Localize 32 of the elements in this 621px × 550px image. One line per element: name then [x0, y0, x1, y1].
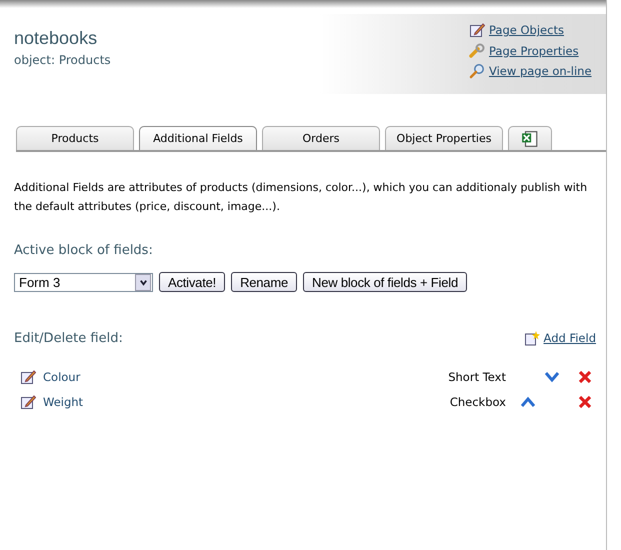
delete-icon[interactable] — [578, 394, 592, 408]
section-heading: Edit/Delete field: — [14, 330, 123, 346]
page-title: notebooks — [14, 28, 98, 49]
field-type: Short Text — [448, 370, 506, 384]
tab[interactable] — [508, 126, 552, 150]
new-document-icon — [524, 330, 540, 346]
header-link[interactable]: Page Properties — [489, 44, 579, 58]
delete-icon[interactable] — [578, 370, 592, 384]
move-up-icon[interactable] — [520, 396, 536, 408]
field-type: Checkbox — [450, 394, 506, 408]
action-button[interactable]: Activate! — [159, 272, 226, 292]
edit-icon — [469, 22, 485, 38]
search-icon — [469, 63, 485, 80]
add-field-link[interactable]: Add Field — [544, 331, 596, 345]
tab[interactable]: Orders — [262, 126, 380, 150]
spreadsheet-icon — [521, 130, 539, 148]
edit-icon[interactable] — [20, 394, 36, 410]
edit-icon[interactable] — [20, 368, 36, 384]
header-link[interactable]: Page Objects — [489, 23, 564, 38]
move-down-icon[interactable] — [544, 370, 560, 382]
tab[interactable]: Products — [16, 126, 134, 150]
action-button[interactable]: Rename — [231, 272, 297, 292]
header-link[interactable]: View page on-line — [489, 64, 592, 78]
description-text: Additional Fields are attributes of products (dimensions, color...), which you can additionaly publish with the default attributes (price, discount, image...). — [14, 180, 588, 215]
section-heading: Active block of fields: — [14, 243, 154, 258]
object-subtitle: object: Products — [14, 53, 111, 67]
field-name-link[interactable]: Colour — [43, 370, 448, 384]
tab[interactable]: Additional Fields — [139, 126, 257, 150]
tab[interactable]: Object Properties — [385, 126, 503, 150]
field-name-link[interactable]: Weight — [43, 394, 450, 408]
action-button[interactable]: New block of fields + Field — [303, 272, 467, 292]
form-select[interactable]: Form 3 — [14, 272, 153, 292]
